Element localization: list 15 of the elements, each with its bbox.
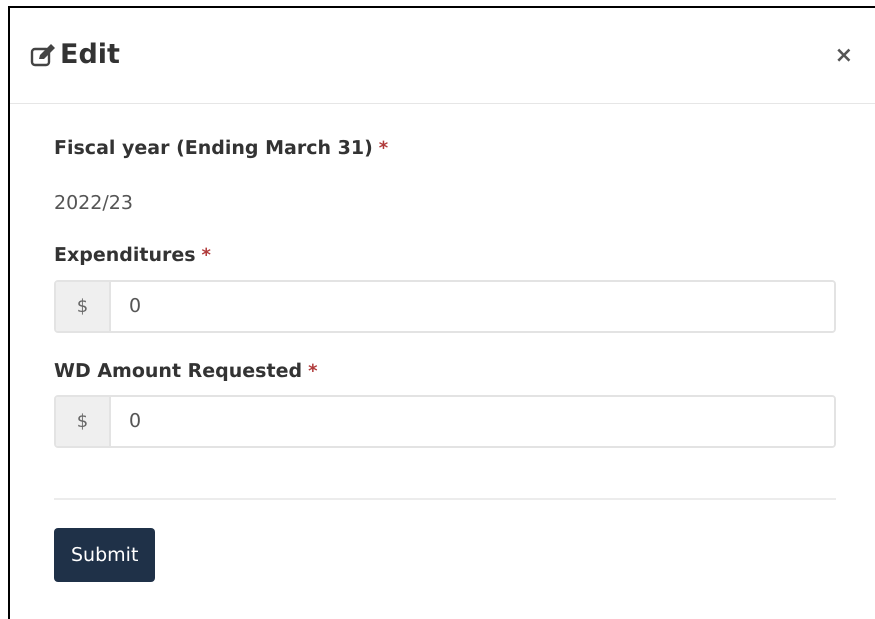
- amount-field[interactable]: $ 0: [54, 395, 836, 448]
- required-mark: *: [308, 360, 318, 384]
- required-mark: *: [202, 244, 211, 268]
- dialog-title: Edit: [60, 38, 120, 72]
- field-label: Expenditures: [54, 243, 196, 268]
- field-label: Fiscal year (Ending March 31): [54, 136, 373, 161]
- submit-button[interactable]: Submit: [54, 528, 156, 582]
- close-button[interactable]: ×: [834, 39, 853, 72]
- edit-icon: [30, 44, 56, 68]
- currency-prefix: $: [56, 397, 111, 446]
- currency-prefix: $: [56, 282, 111, 330]
- required-mark: *: [378, 137, 388, 161]
- field-value: 2022/23: [54, 190, 134, 216]
- amount-field[interactable]: $ 0: [54, 280, 836, 332]
- field-label: WD Amount Requested: [54, 358, 302, 384]
